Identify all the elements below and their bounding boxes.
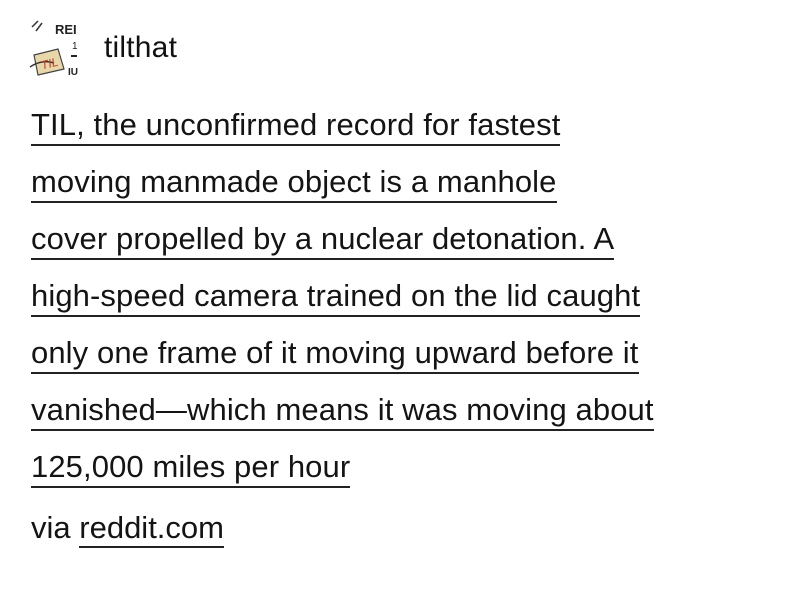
body-line: moving manmade object is a manhole	[31, 153, 776, 210]
body-line: high-speed camera trained on the lid cau…	[31, 267, 776, 324]
body-line-text[interactable]: moving manmade object is a manhole	[31, 164, 557, 203]
avatar-text-side: 1	[72, 41, 78, 52]
post-header: REI TIL 1 IU tilthat	[28, 18, 177, 78]
body-line: TIL, the unconfirmed record for fastest	[31, 96, 776, 153]
source-link[interactable]: reddit.com	[79, 510, 224, 548]
body-line-text[interactable]: vanished—which means it was moving about	[31, 392, 654, 431]
source-prefix: via	[31, 510, 71, 545]
til-logo-icon: REI TIL 1 IU	[28, 19, 86, 77]
body-line: 125,000 miles per hour	[31, 438, 776, 495]
body-line: only one frame of it moving upward befor…	[31, 324, 776, 381]
blog-username[interactable]: tilthat	[104, 31, 177, 65]
body-line: vanished—which means it was moving about	[31, 381, 776, 438]
post-body: TIL, the unconfirmed record for fastest …	[31, 96, 776, 495]
source-attribution: via reddit.com	[31, 510, 224, 548]
avatar[interactable]: REI TIL 1 IU	[28, 19, 86, 77]
body-line-text[interactable]: only one frame of it moving upward befor…	[31, 335, 639, 374]
avatar-text-bottom: IU	[68, 67, 78, 77]
avatar-text-top: REI	[55, 22, 77, 37]
body-line: cover propelled by a nuclear detonation.…	[31, 210, 776, 267]
body-line-text[interactable]: cover propelled by a nuclear detonation.…	[31, 221, 615, 260]
body-line-text[interactable]: TIL, the unconfirmed record for fastest	[31, 107, 561, 146]
body-line-text[interactable]: 125,000 miles per hour	[31, 449, 351, 488]
post: REI TIL 1 IU tilthat TIL, the unconfirme…	[0, 0, 800, 590]
body-line-text[interactable]: high-speed camera trained on the lid cau…	[31, 278, 641, 317]
